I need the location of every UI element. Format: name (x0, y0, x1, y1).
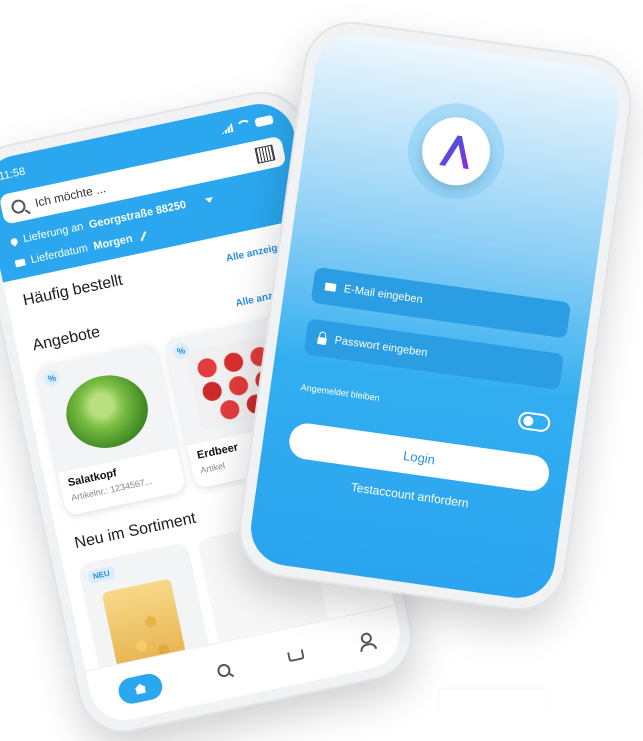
frequent-title: Häufig bestellt (21, 271, 125, 310)
nav-cart-button[interactable] (285, 646, 305, 665)
offers-title: Angebote (31, 323, 102, 355)
cart-icon (287, 649, 305, 663)
delivery-label: Lieferung an (22, 220, 85, 246)
chevron-down-icon (205, 196, 214, 204)
logo-mark-icon (439, 133, 473, 169)
battery-icon (254, 114, 274, 127)
product-card[interactable]: % Salatkopf Artikelnr.: 1234567... (35, 342, 187, 517)
status-time: 11:58 (0, 165, 27, 183)
remember-me-label: Angemeldet bleiben (300, 382, 381, 404)
truck-icon (14, 257, 26, 267)
edit-icon[interactable] (140, 231, 147, 242)
blank-box (440, 690, 545, 716)
remember-me-toggle[interactable] (517, 410, 552, 433)
nav-profile-button[interactable] (356, 631, 375, 650)
nav-home-button[interactable] (116, 671, 165, 707)
delivery-date-label: Lieferdatum (29, 242, 89, 267)
home-icon (134, 683, 148, 695)
mail-icon (324, 282, 337, 292)
barcode-scan-icon[interactable] (254, 144, 276, 164)
location-pin-icon (9, 236, 19, 247)
toggle-knob (522, 415, 534, 427)
wifi-icon (235, 118, 253, 132)
search-icon (10, 198, 27, 215)
delivery-date-value: Morgen (92, 232, 134, 253)
user-icon (359, 631, 373, 645)
password-placeholder: Passwort eingeben (333, 334, 429, 360)
nav-search-button[interactable] (215, 661, 234, 680)
new-badge: NEU (86, 565, 116, 585)
product-article-number: Artikel (199, 460, 226, 476)
lock-icon (317, 336, 327, 345)
email-placeholder: E-Mail eingeben (343, 283, 424, 307)
product-image (35, 342, 178, 474)
product-name: Erdbeer (195, 441, 240, 462)
search-icon (216, 662, 232, 679)
signal-icon (220, 123, 234, 134)
lettuce-image (59, 367, 155, 456)
